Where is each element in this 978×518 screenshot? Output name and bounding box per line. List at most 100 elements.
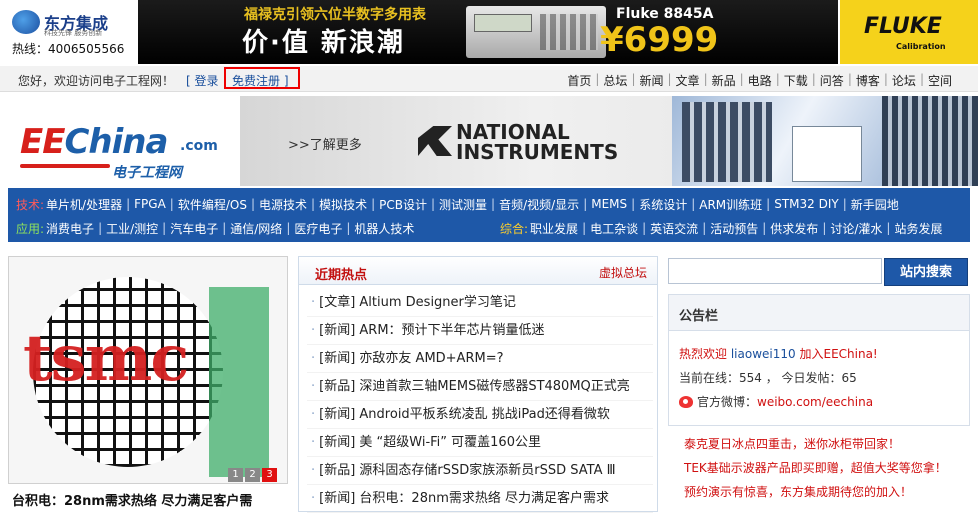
list-item[interactable]: · [新闻] 美 “超级Wi-Fi” 可覆盖160公里 <box>307 429 653 457</box>
nav-forum[interactable]: 论坛 <box>890 72 918 89</box>
cat-medical[interactable]: 医疗电子 <box>292 220 344 237</box>
promo-link[interactable]: 预约演示有惊喜，东方集成期待您的加入！ <box>668 480 970 504</box>
login-bar: 您好，欢迎访问电子工程网！ [ 登录 免费注册 ] 首页 | 总坛 | 新闻 | 文章… <box>0 66 978 92</box>
cat-mcu[interactable]: 单片机/处理器 <box>44 196 124 213</box>
cat-english[interactable]: 英语交流 <box>648 220 700 237</box>
tech-category-row: 技术: 单片机/处理器 | FPGA | 软件编程/OS | 电源技术 | 模拟技术 | … <box>16 196 901 213</box>
nav-products[interactable]: 新品 <box>710 72 738 89</box>
notice-board: 公告栏 热烈欢迎 liaowei110 加入EEChina! 当前在线：554 … <box>668 294 970 426</box>
list-item[interactable]: · [新闻] Android平板系统凌乱 挑战iPad还得看微软 <box>307 401 653 429</box>
cat-site-dev[interactable]: 站务发展 <box>892 220 944 237</box>
cat-system[interactable]: 系统设计 <box>637 196 689 213</box>
register-link[interactable]: 免费注册 ] <box>232 72 289 89</box>
nav-space[interactable]: 空间 <box>926 72 954 89</box>
cat-stm32[interactable]: STM32 DIY <box>772 197 841 211</box>
promo-link[interactable]: 泰克夏日冰点四重击，迷你冰柜带回家！ <box>668 432 970 456</box>
cat-discussion[interactable]: 讨论/灌水 <box>828 220 884 237</box>
fluke-logo[interactable]: FLUKE Calibration <box>840 0 978 64</box>
hotline-text: 热线：4006505566 <box>12 42 125 56</box>
cat-events[interactable]: 活动预告 <box>708 220 760 237</box>
weibo-link[interactable]: weibo.com/eechina <box>757 395 873 409</box>
eechina-logo[interactable]: EEChina .com 电子工程网 <box>20 116 230 181</box>
cat-robot[interactable]: 机器人技术 <box>352 220 416 237</box>
weibo-line: 官方微博：weibo.com/eechina <box>679 393 873 410</box>
nav-forum-main[interactable]: 总坛 <box>601 72 629 89</box>
cat-mems[interactable]: MEMS <box>589 197 629 211</box>
category-bar: 技术: 单片机/处理器 | FPGA | 软件编程/OS | 电源技术 | 模拟技术 | … <box>8 188 970 242</box>
company-slogan: 科技先锋 服务创新 <box>44 29 103 37</box>
cat-analog[interactable]: 模拟技术 <box>317 196 369 213</box>
cat-av[interactable]: 音频/视频/显示 <box>497 196 581 213</box>
cat-newbie[interactable]: 新手园地 <box>849 196 901 213</box>
ni-line1: NATIONAL <box>456 120 570 144</box>
ad-price: ¥6999 <box>600 20 719 60</box>
cat-career[interactable]: 职业发展 <box>528 220 580 237</box>
slideshow-pager: 1 2 3 <box>226 468 277 482</box>
company-brand: 东方集成 科技先锋 服务创新 <box>12 8 132 37</box>
logo-dotcom: .com <box>180 138 218 154</box>
list-item[interactable]: · [新闻] ARM：预计下半年芯片销量低迷 <box>307 317 653 345</box>
cat-auto[interactable]: 汽车电子 <box>168 220 220 237</box>
cat-consumer[interactable]: 消费电子 <box>44 220 96 237</box>
learn-more-link[interactable]: >>了解更多 <box>288 134 362 153</box>
cat-pcb[interactable]: PCB设计 <box>377 196 429 213</box>
general-category-group: 综合: 职业发展 | 电工杂谈 | 英语交流 | 活动预告 | 供求发布 | 讨论/灌水 |… <box>500 220 944 237</box>
cat-fpga[interactable]: FPGA <box>132 197 168 211</box>
cat-software[interactable]: 软件编程/OS <box>176 196 249 213</box>
nav-circuits[interactable]: 电路 <box>746 72 774 89</box>
logo-row: EEChina .com 电子工程网 >>了解更多 NATIONAL INSTR… <box>0 96 978 186</box>
hot-news-list: · [文章] Altium Designer学习笔记 · [新闻] ARM：预计下半… <box>307 289 653 513</box>
ni-hardware-image <box>672 96 978 186</box>
cat-comm[interactable]: 通信/网络 <box>228 220 284 237</box>
login-link[interactable]: [ 登录 <box>186 72 219 89</box>
cat-market[interactable]: 供求发布 <box>768 220 820 237</box>
tech-label: 技术: <box>16 197 45 212</box>
company-logo-icon <box>12 10 40 34</box>
company-logo[interactable]: 东方集成 科技先锋 服务创新 热线：4006505566 <box>8 4 136 60</box>
logo-ee: EE <box>20 122 65 162</box>
promo-link[interactable]: TEK基础示波器产品即买即赠，超值大奖等您拿！ <box>668 456 970 480</box>
ni-line2: INSTRUMENTS <box>456 140 619 164</box>
app-category-row: 应用: 消费电子 | 工业/测控 | 汽车电子 | 通信/网络 | 医疗电子 | 机器人技… <box>16 220 943 237</box>
list-item[interactable]: · [文章] Altium Designer学习笔记 <box>307 289 653 317</box>
nav-home[interactable]: 首页 <box>565 72 593 89</box>
search-button[interactable]: 站内搜索 <box>884 258 968 286</box>
online-stats: 当前在线：554 ， 今日发帖：65 <box>679 371 857 385</box>
cat-test[interactable]: 测试测量 <box>437 196 489 213</box>
feature-caption[interactable]: 台积电：28nm需求热络 尽力满足客户需 <box>12 490 252 509</box>
cat-industrial[interactable]: 工业/测控 <box>104 220 160 237</box>
nav-blog[interactable]: 博客 <box>854 72 882 89</box>
multimeter-image <box>466 6 606 58</box>
pager-1[interactable]: 1 <box>228 468 243 482</box>
weibo-icon <box>679 396 693 408</box>
fluke-ad-banner[interactable]: 福禄克引领六位半数字多用表 价·值 新浪潮 Fluke 8845A ¥6999 <box>138 0 838 64</box>
ni-ad-banner[interactable]: >>了解更多 NATIONAL INSTRUMENTS <box>240 96 978 186</box>
ni-logo-text: NATIONAL INSTRUMENTS <box>456 122 618 162</box>
nav-articles[interactable]: 文章 <box>674 72 702 89</box>
hot-news-header: 近期热点 虚拟总坛 <box>299 257 657 285</box>
list-item[interactable]: · [新品] 源科固态存储rSSD家族添新员rSSD SATA Ⅲ <box>307 457 653 485</box>
list-item[interactable]: · [新闻] 亦敌亦友 AMD+ARM=? <box>307 345 653 373</box>
list-item[interactable]: · [新品] 深迪首款三轴MEMS磁传感器ST480MQ正式亮 <box>307 373 653 401</box>
search-input[interactable] <box>668 258 882 284</box>
ni-eagle-icon <box>418 126 452 156</box>
top-nav: 首页 | 总坛 | 新闻 | 文章 | 新品 | 电路 | 下载 | 问答 | 博客 | 论坛 | … <box>565 72 954 89</box>
top-banner: 东方集成 科技先锋 服务创新 热线：4006505566 福禄克引领六位半数字多… <box>0 0 978 64</box>
ad-headline: 福禄克引领六位半数字多用表 <box>244 7 426 23</box>
cat-arm[interactable]: ARM训练班 <box>697 196 764 213</box>
tsmc-logo: tsmc <box>23 321 189 396</box>
nav-downloads[interactable]: 下载 <box>782 72 810 89</box>
nav-news[interactable]: 新闻 <box>637 72 665 89</box>
list-item[interactable]: · [新闻] 台积电：28nm需求热络 尽力满足客户需求 <box>307 485 653 513</box>
general-label: 综合: <box>500 221 529 236</box>
cat-chat[interactable]: 电工杂谈 <box>588 220 640 237</box>
new-member-link[interactable]: liaowei110 <box>731 347 796 361</box>
pager-2[interactable]: 2 <box>245 468 260 482</box>
virtual-forum-link[interactable]: 虚拟总坛 <box>599 264 647 281</box>
feature-slideshow[interactable]: tsmc <box>8 256 288 484</box>
cat-power[interactable]: 电源技术 <box>257 196 309 213</box>
nav-qa[interactable]: 问答 <box>818 72 846 89</box>
logo-cn-name: 电子工程网 <box>112 165 182 181</box>
pager-3[interactable]: 3 <box>262 468 277 482</box>
promo-links: 泰克夏日冰点四重击，迷你冰柜带回家！ TEK基础示波器产品即买即赠，超值大奖等您… <box>668 432 970 504</box>
